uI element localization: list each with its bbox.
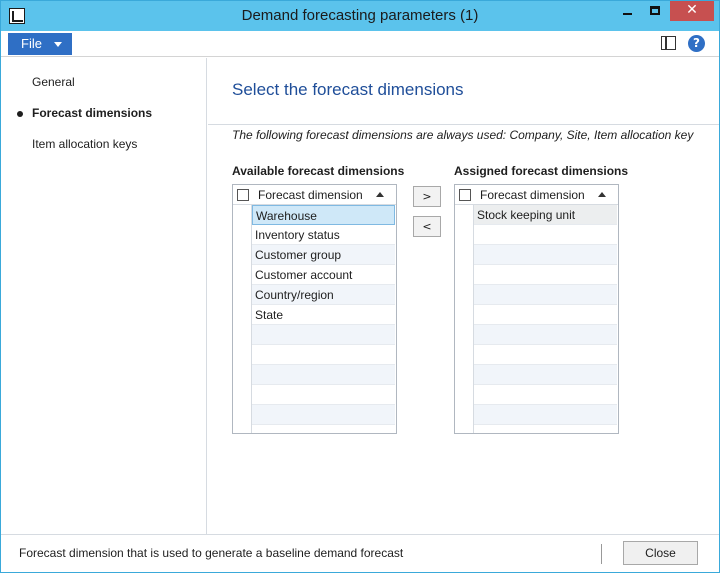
select-all-checkbox[interactable] bbox=[459, 189, 471, 201]
info-text: The following forecast dimensions are al… bbox=[232, 128, 694, 142]
empty-row bbox=[474, 325, 617, 345]
file-menu-label: File bbox=[21, 36, 42, 51]
empty-row bbox=[474, 225, 617, 245]
table-row[interactable]: State bbox=[252, 305, 395, 325]
empty-row bbox=[474, 245, 617, 265]
active-bullet-icon bbox=[17, 111, 23, 117]
title-bar[interactable]: Demand forecasting parameters (1) ✕ bbox=[1, 1, 719, 31]
page-title: Select the forecast dimensions bbox=[232, 80, 464, 99]
dialog-window: Demand forecasting parameters (1) ✕ File… bbox=[0, 0, 720, 573]
assigned-dimensions-grid[interactable]: Forecast dimension Stock keeping unit bbox=[454, 184, 619, 434]
assigned-dimensions-label: Assigned forecast dimensions bbox=[454, 164, 629, 178]
empty-row bbox=[474, 365, 617, 385]
table-row[interactable]: Customer account bbox=[252, 265, 395, 285]
main-content: Select the forecast dimensions The follo… bbox=[208, 58, 719, 534]
status-separator bbox=[601, 544, 602, 564]
empty-row bbox=[252, 325, 395, 345]
grid-header: Forecast dimension bbox=[233, 185, 396, 205]
sidebar-item-general[interactable]: General bbox=[32, 75, 75, 89]
available-dimensions-grid[interactable]: Forecast dimension Warehouse Inventory s… bbox=[232, 184, 397, 434]
close-button[interactable]: Close bbox=[623, 541, 698, 565]
empty-row bbox=[474, 345, 617, 365]
maximize-icon bbox=[650, 6, 660, 15]
empty-row bbox=[252, 385, 395, 405]
status-bar: Forecast dimension that is used to gener… bbox=[1, 534, 719, 572]
grid-header: Forecast dimension bbox=[455, 185, 618, 205]
maximize-button[interactable] bbox=[642, 1, 669, 21]
empty-row bbox=[474, 305, 617, 325]
sidebar-item-forecast-dimensions[interactable]: Forecast dimensions bbox=[32, 106, 152, 120]
table-row[interactable]: Country/region bbox=[252, 285, 395, 305]
window-title: Demand forecasting parameters (1) bbox=[241, 7, 479, 24]
table-row[interactable]: Customer group bbox=[252, 245, 395, 265]
select-all-checkbox[interactable] bbox=[237, 189, 249, 201]
empty-row bbox=[474, 265, 617, 285]
menu-bar: File ? bbox=[1, 31, 719, 57]
remove-dimension-button[interactable]: < bbox=[413, 216, 441, 237]
empty-row bbox=[474, 385, 617, 405]
empty-row bbox=[252, 365, 395, 385]
sort-ascending-icon bbox=[598, 192, 606, 197]
column-header-forecast-dimension[interactable]: Forecast dimension bbox=[258, 188, 363, 202]
file-menu-button[interactable]: File bbox=[8, 33, 72, 55]
sort-ascending-icon bbox=[376, 192, 384, 197]
close-icon: ✕ bbox=[686, 2, 698, 18]
empty-row bbox=[252, 405, 395, 425]
minimize-button[interactable] bbox=[614, 1, 641, 21]
minimize-icon bbox=[623, 13, 632, 15]
column-header-forecast-dimension[interactable]: Forecast dimension bbox=[480, 188, 585, 202]
help-icon[interactable]: ? bbox=[688, 35, 705, 52]
available-dimensions-label: Available forecast dimensions bbox=[232, 164, 405, 178]
sidebar-item-item-allocation-keys[interactable]: Item allocation keys bbox=[32, 137, 137, 151]
empty-row bbox=[474, 405, 617, 425]
status-text: Forecast dimension that is used to gener… bbox=[19, 546, 404, 560]
divider bbox=[208, 124, 719, 125]
close-window-button[interactable]: ✕ bbox=[670, 1, 714, 21]
table-row[interactable]: Warehouse bbox=[252, 205, 395, 225]
table-row[interactable]: Inventory status bbox=[252, 225, 395, 245]
sidebar: General Forecast dimensions Item allocat… bbox=[1, 58, 207, 534]
empty-row bbox=[252, 345, 395, 365]
layout-icon[interactable] bbox=[661, 36, 676, 50]
chevron-down-icon bbox=[54, 42, 62, 47]
table-row[interactable]: Stock keeping unit bbox=[474, 205, 617, 225]
add-dimension-button[interactable]: > bbox=[413, 186, 441, 207]
empty-row bbox=[474, 285, 617, 305]
